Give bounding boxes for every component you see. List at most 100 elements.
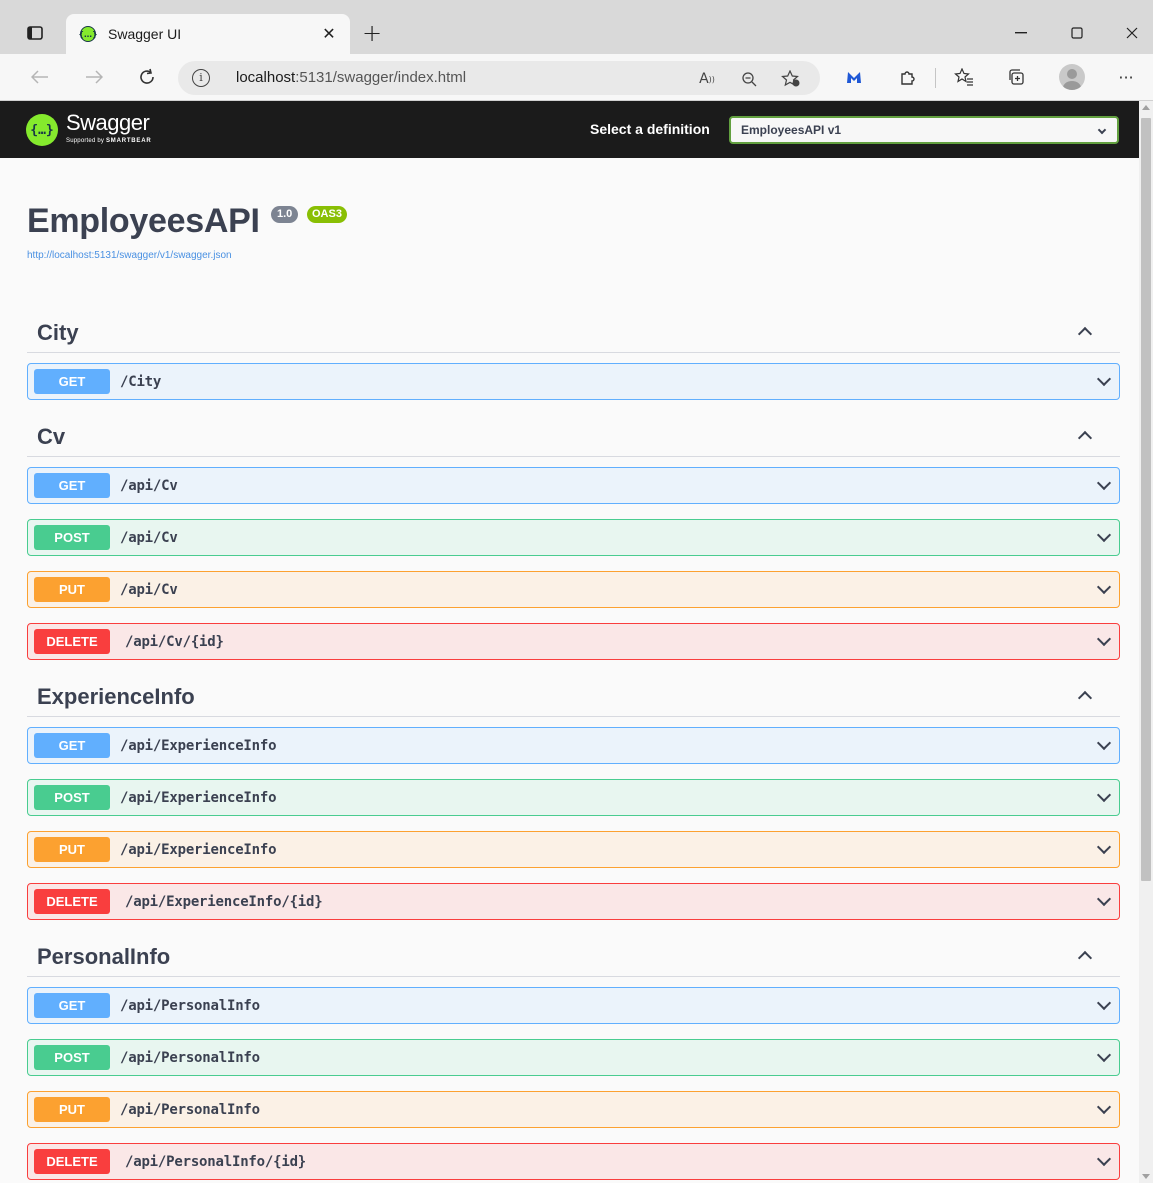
operation-path: /api/Cv/{id} <box>125 634 224 650</box>
chevron-up-icon[interactable] <box>1077 326 1093 342</box>
method-badge: POST <box>34 525 110 550</box>
info-icon[interactable]: i <box>192 69 210 87</box>
chevron-down-icon[interactable] <box>1096 527 1112 543</box>
chevron-down-icon[interactable] <box>1096 1099 1112 1115</box>
section-header-1[interactable]: Cv <box>27 413 1120 457</box>
browser-tab-active[interactable]: {…} Swagger UI ✕ <box>66 14 350 54</box>
chevron-down-icon[interactable] <box>1096 787 1112 803</box>
page-scrollbar[interactable] <box>1139 101 1153 1183</box>
section-title: ExperienceInfo <box>37 684 195 709</box>
method-badge: GET <box>34 733 110 758</box>
tab-actions-icon[interactable] <box>22 20 48 46</box>
definition-select[interactable]: EmployeesAPI v1 <box>729 116 1119 144</box>
back-arrow-icon[interactable] <box>27 64 53 90</box>
operation-post-row[interactable]: POST/api/Cv <box>27 519 1120 556</box>
extensions-icon[interactable] <box>896 65 920 89</box>
chevron-down-icon[interactable] <box>1096 631 1112 647</box>
window-close-icon[interactable] <box>1117 18 1147 48</box>
operation-path: /api/Cv <box>120 530 178 546</box>
favorites-icon[interactable] <box>952 65 976 89</box>
address-bar[interactable]: i localhost:5131/swagger/index.html A)) <box>178 61 820 95</box>
method-badge: GET <box>34 993 110 1018</box>
url-path: :5131/swagger/index.html <box>295 69 467 86</box>
operation-post-row[interactable]: POST/api/PersonalInfo <box>27 1039 1120 1076</box>
chevron-down-icon[interactable] <box>1096 1151 1112 1167</box>
chevron-down-icon[interactable] <box>1096 891 1112 907</box>
collections-icon[interactable] <box>1004 65 1028 89</box>
section-header-3[interactable]: PersonalInfo <box>27 933 1120 977</box>
chevron-down-icon[interactable] <box>1096 371 1112 387</box>
read-aloud-icon[interactable]: A)) <box>696 68 718 90</box>
chevron-up-icon[interactable] <box>1077 430 1093 446</box>
operation-put-row[interactable]: PUT/api/PersonalInfo <box>27 1091 1120 1128</box>
profile-avatar-icon[interactable] <box>1059 64 1085 90</box>
scrollbar-thumb[interactable] <box>1141 118 1151 881</box>
operation-put-row[interactable]: PUT/api/ExperienceInfo <box>27 831 1120 868</box>
page-viewport: {…} Swagger Supported by SMARTBEAR Selec… <box>0 101 1153 1183</box>
swagger-brand[interactable]: Swagger <box>66 110 150 136</box>
operation-path: /api/ExperienceInfo <box>120 790 277 806</box>
operation-get-row[interactable]: GET/api/ExperienceInfo <box>27 727 1120 764</box>
spec-url-link[interactable]: http://localhost:5131/swagger/v1/swagger… <box>27 250 232 261</box>
method-badge: DELETE <box>34 629 110 654</box>
chevron-up-icon[interactable] <box>1077 690 1093 706</box>
operation-post-row[interactable]: POST/api/ExperienceInfo <box>27 779 1120 816</box>
operation-get-row[interactable]: GET/City <box>27 363 1120 400</box>
chevron-down-icon[interactable] <box>1096 839 1112 855</box>
swagger-topbar: {…} Swagger Supported by SMARTBEAR Selec… <box>0 101 1139 158</box>
refresh-icon[interactable] <box>134 64 160 90</box>
forward-arrow-icon[interactable] <box>81 64 107 90</box>
operation-delete-row[interactable]: DELETE/api/PersonalInfo/{id} <box>27 1143 1120 1180</box>
minimize-icon[interactable] <box>1006 18 1036 48</box>
operation-delete-row[interactable]: DELETE/api/ExperienceInfo/{id} <box>27 883 1120 920</box>
browser-toolbar: i localhost:5131/swagger/index.html A)) … <box>0 54 1153 101</box>
chevron-down-icon[interactable] <box>1096 995 1112 1011</box>
chevron-down-icon[interactable] <box>1096 579 1112 595</box>
swagger-brand-sub: Supported by SMARTBEAR <box>66 138 152 144</box>
close-icon[interactable]: ✕ <box>318 23 340 45</box>
new-tab-button[interactable]: + <box>360 21 384 46</box>
brand-sub-company: SMARTBEAR <box>105 138 152 144</box>
oas-badge: OAS3 <box>307 206 347 223</box>
method-badge: PUT <box>34 837 110 862</box>
definition-label: Select a definition <box>590 121 710 137</box>
tab-title: Swagger UI <box>108 26 182 42</box>
section-header-2[interactable]: ExperienceInfo <box>27 673 1120 717</box>
url-host: localhost <box>236 69 296 86</box>
scroll-up-icon[interactable] <box>1142 105 1150 110</box>
method-badge: GET <box>34 369 110 394</box>
section-title: Cv <box>37 424 66 449</box>
swagger-logo-icon[interactable]: {…} <box>26 114 58 146</box>
section-header-0[interactable]: City <box>27 309 1120 353</box>
chevron-down-icon[interactable] <box>1096 1047 1112 1063</box>
operation-path: /api/Cv <box>120 478 178 494</box>
method-badge: PUT <box>34 577 110 602</box>
operation-path: /api/PersonalInfo <box>120 998 260 1014</box>
malwarebytes-extension-icon[interactable] <box>842 65 866 89</box>
zoom-out-icon[interactable] <box>738 68 760 90</box>
operation-get-row[interactable]: GET/api/PersonalInfo <box>27 987 1120 1024</box>
operation-path: /City <box>120 374 162 390</box>
chevron-down-icon[interactable] <box>1096 475 1112 491</box>
more-menu-icon[interactable]: ··· <box>1114 65 1138 89</box>
scroll-down-icon[interactable] <box>1142 1174 1150 1179</box>
chevron-up-icon[interactable] <box>1077 950 1093 966</box>
browser-titlebar: {…} Swagger UI ✕ + <box>0 0 1153 54</box>
chevron-down-icon <box>1097 125 1107 135</box>
method-badge: DELETE <box>34 889 110 914</box>
maximize-icon[interactable] <box>1062 18 1092 48</box>
version-badge: 1.0 <box>271 206 299 223</box>
operation-path: /api/ExperienceInfo <box>120 738 277 754</box>
operation-path: /api/PersonalInfo/{id} <box>125 1154 307 1170</box>
operation-delete-row[interactable]: DELETE/api/Cv/{id} <box>27 623 1120 660</box>
brand-sub-prefix: Supported by <box>66 138 106 144</box>
operation-get-row[interactable]: GET/api/Cv <box>27 467 1120 504</box>
add-favorite-icon[interactable] <box>780 68 802 90</box>
operation-put-row[interactable]: PUT/api/Cv <box>27 571 1120 608</box>
operation-path: /api/ExperienceInfo <box>120 842 277 858</box>
api-title: EmployeesAPI <box>27 202 260 240</box>
url-text[interactable]: localhost:5131/swagger/index.html <box>236 69 466 86</box>
method-badge: POST <box>34 785 110 810</box>
chevron-down-icon[interactable] <box>1096 735 1112 751</box>
method-badge: DELETE <box>34 1149 110 1174</box>
